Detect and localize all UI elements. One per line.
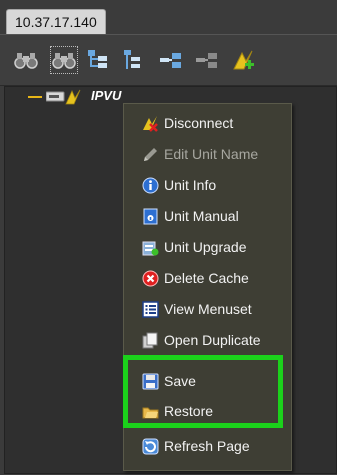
refresh-icon	[142, 438, 159, 455]
menu-item-edit-unit-name[interactable]: Edit Unit Name	[124, 140, 291, 168]
binoculars-selected-icon[interactable]	[50, 46, 78, 74]
menu-item-open-duplicate[interactable]: Open Duplicate	[124, 326, 291, 354]
restore-icon	[142, 403, 159, 420]
menu-item-unit-manual[interactable]: Unit Manual	[124, 202, 291, 230]
disconnect-tree-icon[interactable]	[194, 47, 220, 73]
tree-connector	[28, 96, 42, 98]
binoculars-icon[interactable]	[13, 47, 39, 73]
menu-item-save[interactable]: Save	[124, 367, 291, 395]
toolbar	[0, 34, 337, 86]
upgrade-icon	[142, 239, 159, 256]
disconnect-icon	[142, 115, 159, 132]
menu-item-delete-cache[interactable]: Delete Cache	[124, 264, 291, 292]
connect-tree-icon[interactable]	[158, 47, 184, 73]
menu-item-refresh-page[interactable]: Refresh Page	[124, 432, 291, 460]
save-icon	[142, 373, 159, 390]
menu-item-unit-upgrade[interactable]: Unit Upgrade	[124, 233, 291, 261]
menu-item-view-menuset[interactable]: View Menuset	[124, 295, 291, 323]
collapse-tree-icon[interactable]	[120, 47, 146, 73]
tree-node-ipvu[interactable]: IPVU	[91, 88, 121, 103]
delete-icon	[142, 270, 159, 287]
unit-node-icons[interactable]	[45, 89, 88, 105]
add-unit-icon[interactable]	[230, 47, 256, 73]
info-icon	[142, 177, 159, 194]
host-tab[interactable]: 10.37.17.140	[6, 9, 106, 34]
menu-item-restore[interactable]: Restore	[124, 397, 291, 425]
duplicate-icon	[142, 332, 159, 349]
expand-tree-icon[interactable]	[85, 47, 111, 73]
context-menu: Disconnect Edit Unit Name Unit Info Unit…	[123, 103, 292, 471]
menu-item-unit-info[interactable]: Unit Info	[124, 171, 291, 199]
app-window: 10.37.17.140 IPVU Disconnect Edit Unit N…	[0, 0, 337, 475]
pencil-icon	[142, 146, 159, 163]
manual-icon	[142, 208, 159, 225]
list-icon	[142, 300, 159, 318]
menu-item-disconnect[interactable]: Disconnect	[124, 109, 291, 137]
